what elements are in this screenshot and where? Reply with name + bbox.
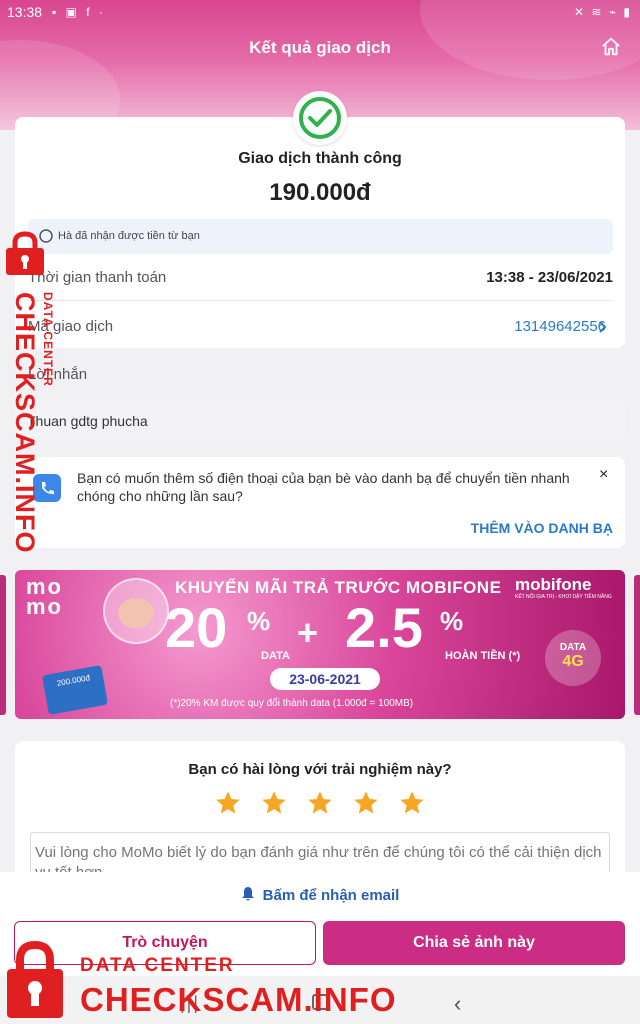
promo-footnote: (*)20% KM được quy đổi thành data (1.000…	[170, 698, 414, 709]
receive-email-label: Bấm để nhận email	[262, 887, 400, 904]
transaction-code-link[interactable]: 13149642556	[514, 318, 606, 335]
sim-card-label: 200.000đ	[56, 673, 91, 688]
badge-bottom: 4G	[562, 653, 584, 670]
payment-time-label: Thời gian thanh toán	[28, 269, 167, 286]
sim-card-image: 200.000đ	[41, 665, 109, 715]
add-contact-prompt: Bạn có muốn thêm số điện thoại của bạn b…	[77, 470, 570, 504]
watermark-lock-icon	[6, 231, 44, 275]
watermark-side-big: CHECKSCAM.INFO	[10, 292, 40, 554]
notification-icons: ▪ ▣ f ·	[52, 5, 106, 19]
success-badge	[293, 91, 347, 145]
watermark-side-small: DATA CENTER	[41, 292, 55, 387]
mascot-face	[118, 598, 154, 628]
mobifone-tagline: KẾT NỐI GIA TRỊ - KHƠI DẬY TIỀM NĂNG	[515, 594, 612, 600]
plus-sign: +	[297, 612, 319, 653]
promo-date: 23-06-2021	[270, 668, 380, 690]
percent-sign: %	[247, 606, 271, 636]
star-rating[interactable]	[214, 789, 426, 817]
watermark-bottom-big: CHECKSCAM.INFO	[80, 981, 397, 1018]
watermark-lock-icon	[7, 940, 63, 1018]
status-time: 13:38	[7, 4, 43, 20]
status-bar: 13:38 ▪ ▣ f · ✕ ≋ ⌁ ▮	[0, 0, 640, 24]
bell-icon	[241, 887, 254, 901]
carousel-prev-peek[interactable]	[0, 575, 6, 715]
receipt-note-text: Hà đã nhận được tiền từ bạn	[58, 230, 200, 242]
system-icons: ✕ ≋ ⌁ ▮	[574, 5, 632, 19]
receive-email-link[interactable]: Bấm để nhận email	[0, 886, 640, 904]
star-icon[interactable]	[214, 789, 242, 817]
transaction-amount: 190.000đ	[269, 179, 371, 206]
data-4g-badge: DATA 4G	[545, 630, 601, 686]
payment-time-value: 13:38 - 23/06/2021	[486, 269, 613, 286]
star-icon[interactable]	[306, 789, 334, 817]
star-icon[interactable]	[352, 789, 380, 817]
rating-question: Bạn có hài lòng với trải nghiệm này?	[188, 761, 452, 778]
promo-percent-cashback: 2.5	[345, 596, 423, 659]
back-icon[interactable]: ‹	[454, 991, 461, 1017]
watermark-bottom-small: DATA CENTER	[80, 955, 235, 976]
percent-sign: %	[440, 606, 464, 636]
page-title: Kết quả giao dịch	[249, 38, 391, 57]
promo-banner[interactable]: mo mo 200.000đ KHUYẾN MÃI TRẢ TRƯỚC MOBI…	[15, 570, 625, 719]
star-icon[interactable]	[260, 789, 288, 817]
data-label: DATA	[261, 650, 290, 662]
close-icon[interactable]: ×	[599, 466, 608, 484]
badge-top: DATA	[559, 642, 587, 653]
momo-logo-line: mo	[26, 594, 63, 619]
transaction-status: Giao dịch thành công	[238, 150, 402, 167]
chevron-right-icon[interactable]	[598, 320, 608, 334]
momo-logo: mo mo	[26, 576, 63, 619]
promo-title: KHUYẾN MÃI TRẢ TRƯỚC MOBIFONE	[175, 578, 502, 597]
add-to-contacts-button[interactable]: THÊM VÀO DANH BẠ	[471, 520, 613, 536]
check-circle-icon	[299, 97, 341, 139]
home-icon[interactable]	[600, 36, 622, 58]
carousel-next-peek[interactable]	[634, 575, 640, 715]
mobifone-logo: mobifone	[515, 575, 592, 594]
cashback-label: HOÀN TIỀN (*)	[445, 650, 521, 662]
promo-percent-data: 20	[165, 596, 228, 659]
star-icon[interactable]	[398, 789, 426, 817]
share-image-button[interactable]: Chia sẻ ảnh này	[323, 921, 625, 965]
divider	[28, 300, 613, 301]
message-text: Thuan gdtg phucha	[27, 413, 148, 429]
